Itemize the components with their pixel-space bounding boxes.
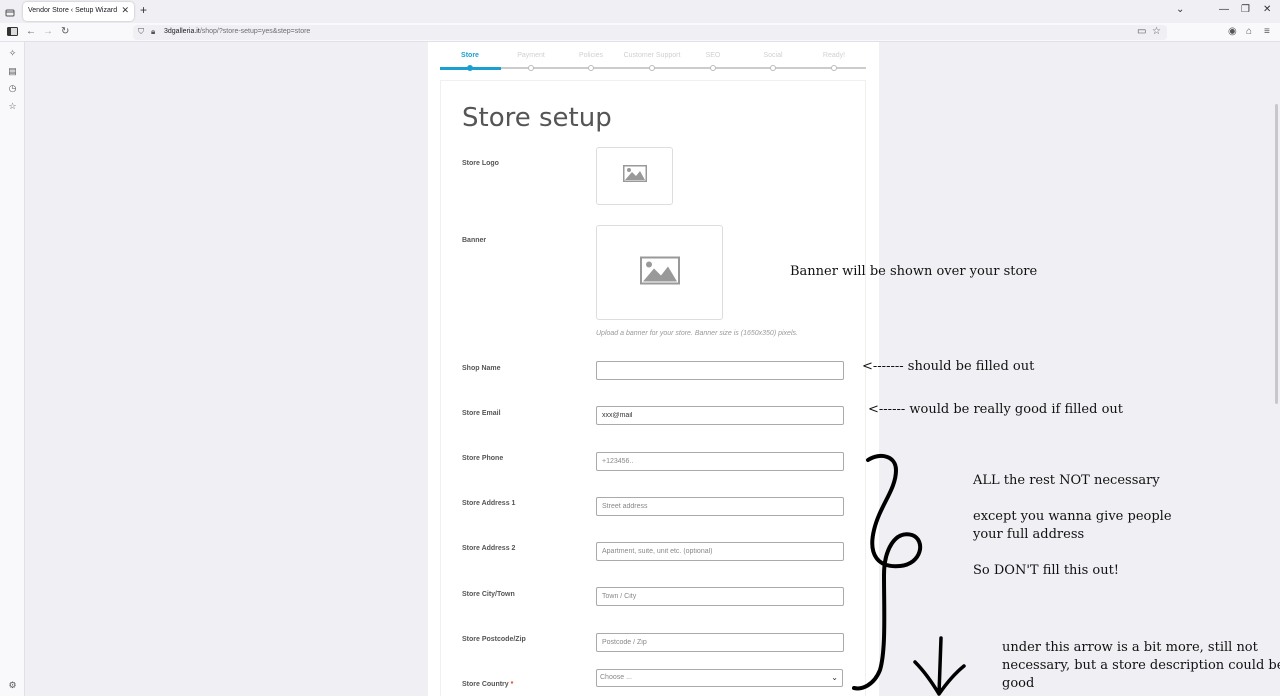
banner-annotation: Banner will be shown over your store (790, 264, 1038, 279)
email-annotation: <------ would be really good if filled o… (868, 402, 1124, 417)
rest-annotation-line1: ALL the rest NOT necessary (973, 473, 1160, 488)
arrow-annotation-line1: under this arrow is a bit more, still no… (1002, 640, 1258, 655)
rest-annotation-line3: your full address (973, 527, 1085, 542)
arrow-annotation-line2: necessary, but a store description could… (1002, 658, 1280, 673)
rest-annotation-line2: except you wanna give people (973, 509, 1172, 524)
arrow-annotation-line3: good (1002, 676, 1035, 691)
rest-annotation-line4: So DON'T fill this out! (973, 563, 1120, 578)
handwritten-annotations (852, 453, 966, 696)
handwritten-down-arrow (913, 636, 966, 696)
shop-name-annotation: <------- should be filled out (862, 359, 1035, 374)
handwritten-squiggle (852, 453, 923, 691)
